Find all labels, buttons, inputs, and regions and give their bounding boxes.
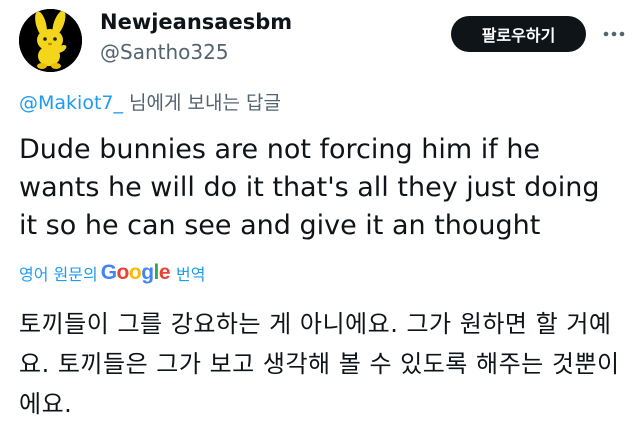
avatar[interactable] [19,9,82,72]
reply-context-suffix: 님에게 보내는 답글 [122,92,281,114]
more-options-icon[interactable] [600,20,628,48]
follow-button[interactable]: 팔로우하기 [451,16,586,52]
author-display-name[interactable]: Newjeansaesbm [100,10,292,34]
translation-prefix: 영어 원문의 [19,265,98,284]
translation-attribution[interactable]: 영어 원문의 Google 번역 [19,259,206,287]
reply-mention-link[interactable]: @Makiot7_ [19,92,123,114]
google-logo: Google [100,261,171,284]
translation-suffix: 번역 [176,265,206,284]
author-handle[interactable]: @Santho325 [100,40,229,64]
tweet-text: Dude bunnies are not forcing him if he w… [19,134,600,241]
translated-text: 토끼들이 그를 강요하는 게 아니에요. 그가 원하면 할 거예요. 토끼들은 … [19,310,620,418]
yellow-bunny-avatar-icon [19,9,82,72]
reply-context: @Makiot7_ 님에게 보내는 답글 [19,88,281,115]
